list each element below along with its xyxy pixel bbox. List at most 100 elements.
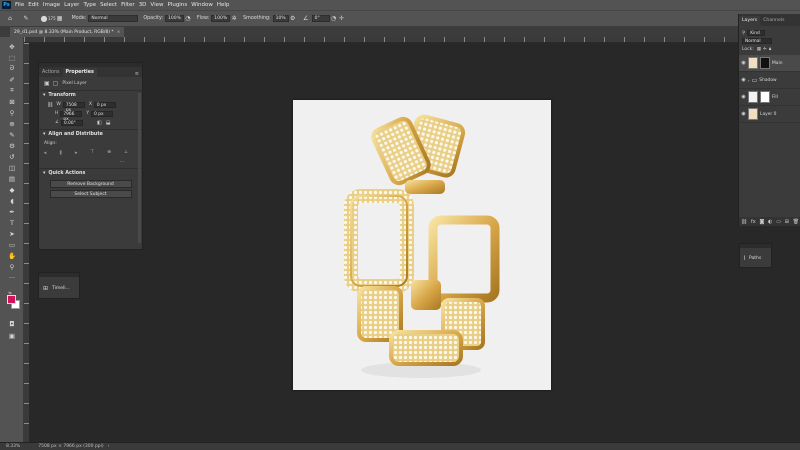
rectangle-tool-icon[interactable]: ▭ bbox=[7, 240, 17, 249]
height-field[interactable]: 7966 px bbox=[60, 110, 83, 122]
blur-tool-icon[interactable]: ◆ bbox=[7, 185, 17, 194]
marquee-tool-icon[interactable]: ⬚ bbox=[7, 53, 17, 62]
menu-filter[interactable]: Filter bbox=[121, 2, 135, 8]
gradient-tool-icon[interactable]: ▤ bbox=[7, 174, 17, 183]
paths-panel[interactable]: ⌇ Paths bbox=[739, 243, 772, 268]
smoothing-gear-icon[interactable]: ⚙ bbox=[289, 15, 297, 23]
history-brush-tool-icon[interactable]: ↺ bbox=[7, 152, 17, 161]
quick-select-tool-icon[interactable]: ✐ bbox=[7, 75, 17, 84]
hand-tool-icon[interactable]: ✋ bbox=[7, 251, 17, 260]
menu-plugins[interactable]: Plugins bbox=[167, 2, 187, 8]
trash-icon[interactable]: 🗑︎ bbox=[793, 219, 799, 225]
status-arrow-icon[interactable]: › bbox=[108, 444, 110, 449]
foreground-color-swatch[interactable] bbox=[7, 295, 16, 304]
eyedropper-tool-icon[interactable]: ⚲ bbox=[7, 108, 17, 117]
x-field[interactable]: 0 px bbox=[93, 101, 116, 108]
frame-tool-icon[interactable]: ⊠ bbox=[7, 97, 17, 106]
timeline-panel[interactable]: ⊞ Timeli... bbox=[38, 272, 80, 299]
link-layers-icon[interactable]: ⛓ bbox=[741, 219, 747, 225]
layer-row[interactable]: ◉ Main bbox=[739, 55, 800, 72]
menu-type[interactable]: Type bbox=[83, 2, 96, 8]
width-field[interactable]: 7508 px bbox=[62, 101, 85, 113]
lock-all-icon[interactable]: 🔒︎ bbox=[769, 46, 771, 52]
select-subject-button[interactable]: Select Subject bbox=[49, 190, 132, 198]
mode-select[interactable]: Normal bbox=[88, 15, 139, 22]
more-tools-icon[interactable]: ··· bbox=[7, 273, 17, 282]
new-layer-icon[interactable]: ⊞ bbox=[785, 219, 789, 225]
brush-tool-icon[interactable]: ✎ bbox=[22, 15, 30, 23]
quick-mask-icon[interactable]: ◘ bbox=[7, 319, 17, 328]
menu-view[interactable]: View bbox=[150, 2, 163, 8]
visibility-eye-icon[interactable]: ◉ bbox=[739, 60, 748, 66]
home-icon[interactable]: ⌂ bbox=[6, 15, 14, 23]
move-tool-icon[interactable]: ✥ bbox=[7, 42, 17, 51]
lasso-tool-icon[interactable]: ᘐ bbox=[7, 64, 17, 73]
new-group-icon[interactable]: ▭ bbox=[776, 219, 781, 225]
flow-field[interactable]: 100% bbox=[211, 15, 231, 22]
properties-scrollbar[interactable] bbox=[138, 93, 141, 243]
angle-field[interactable]: 0.00° bbox=[61, 119, 84, 126]
close-tab-icon[interactable]: × bbox=[117, 30, 121, 35]
pressure-size-icon[interactable]: ◔ bbox=[330, 15, 338, 23]
airbrush-icon[interactable]: ✲ bbox=[230, 15, 238, 23]
menu-window[interactable]: Window bbox=[191, 2, 213, 8]
opacity-field[interactable]: 100% bbox=[165, 15, 184, 22]
angle-field[interactable]: 0° bbox=[311, 15, 330, 22]
pressure-opacity-icon[interactable]: ◔ bbox=[184, 15, 192, 23]
type-tool-icon[interactable]: T bbox=[7, 218, 17, 227]
layer-mask-thumbnail[interactable] bbox=[760, 91, 770, 103]
zoom-tool-icon[interactable]: ⚲ bbox=[7, 262, 17, 271]
document-canvas[interactable] bbox=[293, 100, 551, 390]
filter-kind-select[interactable]: Kind bbox=[747, 30, 766, 36]
brush-tool-icon[interactable]: ✎ bbox=[7, 130, 17, 139]
eraser-tool-icon[interactable]: ◫ bbox=[7, 163, 17, 172]
align-center-icon[interactable]: ⫼ bbox=[60, 150, 62, 156]
zoom-level[interactable]: 8.33% bbox=[6, 444, 20, 449]
layer-row[interactable]: ◉ › ▭ Shadow bbox=[739, 72, 800, 89]
menu-file[interactable]: File bbox=[15, 2, 24, 8]
more-options-button[interactable]: ... bbox=[120, 159, 124, 164]
visibility-eye-icon[interactable]: ◉ bbox=[739, 77, 748, 83]
quick-actions-section-header[interactable]: ▾ Quick Actions bbox=[39, 168, 142, 178]
tab-properties[interactable]: Properties bbox=[62, 68, 97, 77]
dodge-tool-icon[interactable]: ◖ bbox=[7, 196, 17, 205]
symmetry-icon[interactable]: ✛ bbox=[338, 15, 346, 23]
crop-tool-icon[interactable]: ⌗ bbox=[7, 86, 17, 95]
lock-position-icon[interactable]: ✛ bbox=[763, 47, 767, 52]
align-middle-icon[interactable]: ⊖ bbox=[107, 150, 111, 155]
add-mask-icon[interactable]: ◙ bbox=[760, 219, 765, 225]
menu-select[interactable]: Select bbox=[100, 2, 117, 8]
y-field[interactable]: 0 px bbox=[91, 110, 114, 117]
align-left-icon[interactable]: ⫷ bbox=[44, 150, 47, 156]
screen-mode-icon[interactable]: ▣ bbox=[7, 331, 17, 340]
fx-icon[interactable]: fx bbox=[751, 219, 756, 225]
panel-menu-icon[interactable]: ≡ bbox=[135, 71, 139, 77]
transform-section-header[interactable]: ▾ Transform bbox=[39, 90, 142, 100]
remove-background-button[interactable]: Remove Background bbox=[49, 180, 132, 188]
menu-3d[interactable]: 3D bbox=[139, 2, 147, 8]
clone-stamp-tool-icon[interactable]: ⚙ bbox=[7, 141, 17, 150]
layer-row[interactable]: ◉ Fill bbox=[739, 89, 800, 106]
healing-brush-tool-icon[interactable]: ⊕ bbox=[7, 119, 17, 128]
menu-layer[interactable]: Layer bbox=[64, 2, 79, 8]
menu-edit[interactable]: Edit bbox=[28, 2, 39, 8]
tab-layers[interactable]: Layers bbox=[739, 16, 761, 26]
tab-actions[interactable]: Actions bbox=[39, 68, 63, 77]
flip-vertical-icon[interactable]: ⬓ bbox=[106, 120, 111, 126]
menu-image[interactable]: Image bbox=[43, 2, 60, 8]
align-bottom-icon[interactable]: ⊥ bbox=[124, 150, 128, 155]
align-section-header[interactable]: ▾ Align and Distribute bbox=[39, 129, 142, 139]
align-right-icon[interactable]: ⫸ bbox=[75, 150, 78, 156]
menu-help[interactable]: Help bbox=[217, 2, 230, 8]
path-selection-tool-icon[interactable]: ➤ bbox=[7, 229, 17, 238]
lock-pixels-icon[interactable]: ▦ bbox=[757, 47, 761, 52]
link-icon[interactable]: ⛓ bbox=[47, 102, 53, 108]
tab-channels[interactable]: Channels bbox=[760, 16, 787, 26]
brush-settings-icon[interactable]: ▦ bbox=[56, 15, 64, 23]
smoothing-field[interactable]: 10% bbox=[272, 15, 289, 22]
document-info[interactable]: 7508 px × 7966 px (300 ppi) bbox=[38, 444, 103, 449]
visibility-eye-icon[interactable]: ◉ bbox=[739, 111, 748, 117]
layer-row[interactable]: ◉ Layer 0 bbox=[739, 106, 800, 123]
group-chevron-icon[interactable]: › bbox=[748, 78, 750, 83]
visibility-eye-icon[interactable]: ◉ bbox=[739, 94, 748, 100]
